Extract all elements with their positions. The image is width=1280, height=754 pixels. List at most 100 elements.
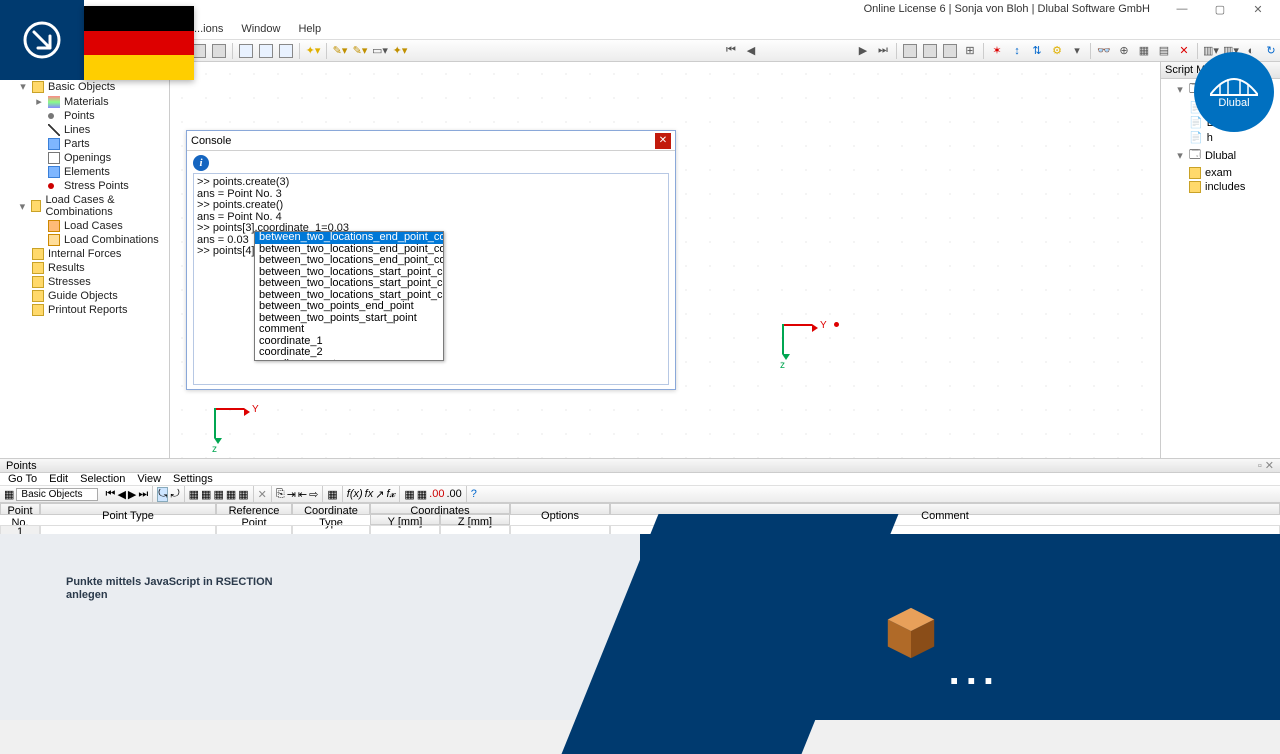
nav-last-icon[interactable]: ⏭ xyxy=(138,488,148,501)
toolbar-icon[interactable]: ⤿ xyxy=(157,487,168,502)
nav-first-icon[interactable]: ⏮ xyxy=(722,42,740,60)
tree-internal-forces[interactable]: Internal Forces xyxy=(0,247,169,261)
wand-icon[interactable]: ✦▾ xyxy=(391,42,409,60)
fx-icon[interactable]: f𝔁 xyxy=(386,488,395,501)
panel-controls[interactable]: ▫ ✕ xyxy=(1258,459,1274,472)
toolbar-icon[interactable]: ▦ xyxy=(238,488,248,501)
nav-next-icon[interactable]: ▶ xyxy=(128,488,136,501)
toolbar-icon[interactable]: ⚙ xyxy=(1048,42,1066,60)
tree-load-cases[interactable]: Load Cases xyxy=(0,219,169,233)
toolbar-icon[interactable]: ▦ xyxy=(189,488,199,501)
toolbar-icon[interactable] xyxy=(210,42,228,60)
tree-item[interactable]: exam xyxy=(1161,166,1280,180)
tree-openings[interactable]: Openings xyxy=(0,151,169,165)
menu-goto[interactable]: Go To xyxy=(8,473,37,485)
toolbar-icon[interactable]: ▾ xyxy=(1068,42,1086,60)
menu-view[interactable]: View xyxy=(137,473,161,485)
toolbar-icon[interactable]: .00 xyxy=(446,488,461,500)
autocomplete-item[interactable]: coordinate_2 xyxy=(255,347,443,359)
wand-icon[interactable]: ✦▾ xyxy=(304,42,322,60)
nav-next-icon[interactable]: ▶ xyxy=(854,42,872,60)
toolbar-icon[interactable]: ▦ xyxy=(201,488,211,501)
menu-item[interactable]: ...ions xyxy=(190,21,227,37)
toolbar-icon[interactable]: ▦ xyxy=(404,488,414,501)
console-textarea[interactable]: >> points.create(3) ans = Point No. 3 >>… xyxy=(193,173,669,385)
tree-stress-points[interactable]: Stress Points xyxy=(0,179,169,193)
toolbar-icon[interactable]: ⇅ xyxy=(1028,42,1046,60)
fx-icon[interactable]: f(x) xyxy=(347,488,363,500)
tree-parts[interactable]: Parts xyxy=(0,137,169,151)
autocomplete-item[interactable]: comment xyxy=(255,324,443,336)
tree-lcc[interactable]: ▾Load Cases & Combinations xyxy=(0,193,169,219)
rect-icon[interactable]: ▭▾ xyxy=(371,42,389,60)
pencil-icon[interactable]: ✎▾ xyxy=(351,42,369,60)
toolbar-icon[interactable]: ⤾ xyxy=(170,488,179,501)
toolbar-icon[interactable] xyxy=(921,42,939,60)
toolbar-icon[interactable] xyxy=(901,42,919,60)
tree-points[interactable]: Points xyxy=(0,109,169,123)
toolbar-icon[interactable] xyxy=(277,42,295,60)
info-icon[interactable]: i xyxy=(193,155,209,171)
glasses-icon[interactable]: 👓 xyxy=(1095,42,1113,60)
toolbar-icon[interactable]: ⇤ xyxy=(298,488,307,501)
autocomplete-item[interactable]: between_two_locations_start_point_coordi… xyxy=(255,290,443,302)
tree-item[interactable]: 📄h xyxy=(1161,130,1280,145)
delete-icon[interactable]: ✕ xyxy=(1175,42,1193,60)
tree-results[interactable]: Results xyxy=(0,261,169,275)
menu-selection[interactable]: Selection xyxy=(80,473,125,485)
maximize-button[interactable]: ▢ xyxy=(1202,0,1238,18)
autocomplete-item[interactable]: coordinate_1 xyxy=(255,336,443,348)
toolbar-icon[interactable]: ⊕ xyxy=(1115,42,1133,60)
toolbar-icon[interactable] xyxy=(257,42,275,60)
autocomplete-item[interactable]: between_two_locations_end_point_coordina… xyxy=(255,244,443,256)
toolbar-icon[interactable]: ✶ xyxy=(988,42,1006,60)
console-close-button[interactable]: ✕ xyxy=(655,133,671,149)
model-viewport[interactable]: Y z Y z Console ✕ i >> points.create(3) … xyxy=(170,62,1160,458)
toolbar-icon[interactable] xyxy=(941,42,959,60)
toolbar-icon[interactable]: ▦ xyxy=(327,488,337,501)
tree-lines[interactable]: Lines xyxy=(0,123,169,137)
minimize-button[interactable]: — xyxy=(1164,0,1200,18)
autocomplete-item[interactable]: between_two_locations_end_point_coordina… xyxy=(255,232,443,244)
nav-first-icon[interactable]: ⏮ xyxy=(106,488,116,501)
points-table[interactable]: Point No. Point Type Reference Point Coo… xyxy=(0,503,1280,537)
menu-edit[interactable]: Edit xyxy=(49,473,68,485)
menu-help[interactable]: Help xyxy=(294,21,325,37)
autocomplete-popup[interactable]: between_two_locations_end_point_coordina… xyxy=(254,231,444,361)
close-window-button[interactable]: ✕ xyxy=(1240,0,1276,18)
toolbar-icon[interactable]: ▦ xyxy=(417,488,427,501)
toolbar-icon[interactable]: ▦ xyxy=(213,488,223,501)
toolbar-icon[interactable]: ⇥ xyxy=(287,488,296,501)
tree-printout-reports[interactable]: Printout Reports xyxy=(0,303,169,317)
tree-load-combinations[interactable]: Load Combinations xyxy=(0,233,169,247)
tree-dlubal-scripts[interactable]: ▾🗔Dlubal xyxy=(1161,145,1280,166)
toolbar-icon[interactable]: ↗ xyxy=(375,488,384,501)
nav-prev-icon[interactable]: ◀ xyxy=(742,42,760,60)
autocomplete-item[interactable]: between_two_locations_end_point_coordina… xyxy=(255,255,443,267)
tree-item[interactable]: includes xyxy=(1161,180,1280,194)
toolbar-icon[interactable]: ▦ xyxy=(4,488,14,501)
tree-basic-objects[interactable]: ▾Basic Objects xyxy=(0,79,169,94)
autocomplete-item[interactable]: between_two_locations_start_point_coordi… xyxy=(255,267,443,279)
menu-window[interactable]: Window xyxy=(237,21,284,37)
nav-prev-icon[interactable]: ◀ xyxy=(117,488,125,501)
toolbar-icon[interactable]: ▤ xyxy=(1155,42,1173,60)
help-icon[interactable]: ? xyxy=(471,488,477,500)
toolbar-icon[interactable]: ⊞ xyxy=(961,42,979,60)
toolbar-icon[interactable]: .00 xyxy=(429,488,444,500)
menu-settings[interactable]: Settings xyxy=(173,473,213,485)
autocomplete-item[interactable]: coordinate_system xyxy=(255,359,443,361)
autocomplete-item[interactable]: between_two_points_end_point xyxy=(255,301,443,313)
tree-elements[interactable]: Elements xyxy=(0,165,169,179)
tree-guide-objects[interactable]: Guide Objects xyxy=(0,289,169,303)
fx-icon[interactable]: fx xyxy=(365,488,374,500)
toolbar-icon[interactable]: ⇨ xyxy=(309,488,318,501)
toolbar-icon[interactable]: ▦ xyxy=(226,488,236,501)
table-selector[interactable]: Basic Objects xyxy=(16,488,97,501)
toolbar-icon[interactable]: ⎘ xyxy=(276,488,285,501)
tree-materials[interactable]: ▸Materials xyxy=(0,94,169,109)
pencil-icon[interactable]: ✎▾ xyxy=(331,42,349,60)
refresh-icon[interactable]: ↻ xyxy=(1262,42,1280,60)
toolbar-icon[interactable] xyxy=(237,42,255,60)
delete-icon[interactable]: ✕ xyxy=(258,488,267,501)
